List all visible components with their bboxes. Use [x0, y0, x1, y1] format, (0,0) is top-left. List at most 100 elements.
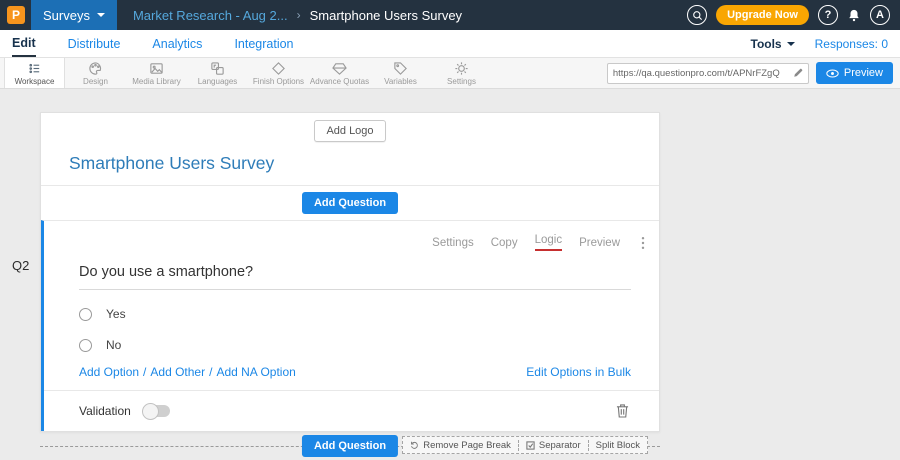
answer-option-label[interactable]: No — [106, 338, 121, 352]
questionpro-app: P Surveys Market Research - Aug 2... › S… — [0, 0, 900, 460]
breadcrumb: Market Research - Aug 2... › Smartphone … — [133, 8, 462, 23]
nav-bar: Edit Distribute Analytics Integration To… — [0, 30, 900, 58]
toolbar-item-label: Design — [83, 77, 108, 86]
question-settings-link[interactable]: Settings — [432, 237, 474, 249]
tab-integration[interactable]: Integration — [234, 30, 293, 57]
question-logic-link[interactable]: Logic — [535, 234, 563, 251]
tab-edit[interactable]: Edit — [12, 30, 36, 57]
breadcrumb-parent[interactable]: Market Research - Aug 2... — [133, 8, 288, 23]
caret-down-icon — [787, 42, 795, 46]
question-actions: Settings Copy Logic Preview — [44, 221, 659, 251]
divider — [41, 185, 659, 186]
toolbar-item-finish-options[interactable]: Finish Options — [248, 58, 309, 88]
add-logo-row: Add Logo — [41, 113, 659, 142]
edit-pencil-icon[interactable] — [793, 68, 803, 78]
chip-label: Split Block — [596, 440, 640, 451]
help-button[interactable]: ? — [818, 5, 838, 25]
survey-url-box — [607, 63, 809, 84]
bell-icon — [847, 8, 861, 23]
toolbar-item-label: Variables — [384, 77, 417, 86]
toolbar-item-label: Advance Quotas — [310, 77, 369, 86]
media-library-icon — [149, 61, 164, 76]
toolbar-item-label: Workspace — [15, 77, 55, 86]
radio-button[interactable] — [79, 339, 92, 352]
responses-count[interactable]: Responses: 0 — [815, 37, 888, 51]
toolbar-item-label: Finish Options — [253, 77, 304, 86]
survey-url-input[interactable] — [613, 68, 793, 79]
add-question-button[interactable]: Add Question — [302, 192, 398, 214]
toolbar-item-variables[interactable]: Variables — [370, 58, 431, 88]
validation-toggle[interactable] — [143, 405, 170, 417]
answer-option-row: Yes — [79, 307, 659, 321]
toolbar-item-workspace[interactable]: Workspace — [4, 58, 65, 88]
chip-label: Remove Page Break — [423, 440, 511, 451]
delete-question-button[interactable] — [616, 403, 629, 418]
chip-label: Separator — [539, 440, 581, 451]
settings-icon — [454, 61, 469, 76]
topbar-actions: Upgrade Now ? A — [687, 5, 900, 25]
question-more-menu[interactable] — [641, 236, 645, 250]
split-block-button[interactable]: Split Block — [588, 440, 647, 451]
separator-checkbox-icon — [526, 441, 535, 450]
search-button[interactable] — [687, 5, 707, 25]
add-question-row: Add Question — [41, 192, 659, 214]
answer-option-label[interactable]: Yes — [106, 307, 126, 321]
languages-icon — [210, 61, 225, 76]
tools-label: Tools — [751, 37, 782, 51]
add-other-link[interactable]: Add Other — [150, 365, 205, 379]
tab-distribute[interactable]: Distribute — [68, 30, 121, 57]
toolbar-item-label: Settings — [447, 77, 476, 86]
question-text-field[interactable]: Do you use a smartphone? — [79, 264, 631, 290]
caret-down-icon — [97, 13, 105, 17]
editor-toolbar: Workspace Design Media Library Languag — [0, 58, 900, 89]
page-tools-group: Remove Page Break Separator Split Block — [402, 436, 648, 454]
remove-page-break-icon — [410, 441, 419, 450]
help-icon: ? — [825, 9, 832, 21]
notifications-button[interactable] — [847, 8, 861, 23]
question-number: Q2 — [12, 258, 29, 273]
tools-menu[interactable]: Tools — [751, 37, 795, 51]
survey-editor-main: Q2 Add Logo Smartphone Users Survey Add … — [0, 89, 900, 460]
breadcrumb-separator-icon: › — [297, 8, 301, 22]
link-separator: / — [209, 365, 212, 379]
edit-options-bulk-link[interactable]: Edit Options in Bulk — [526, 365, 631, 379]
add-na-option-link[interactable]: Add NA Option — [216, 365, 295, 379]
question-copy-link[interactable]: Copy — [491, 237, 518, 249]
questionpro-logo[interactable]: P — [7, 6, 25, 24]
eye-icon — [826, 69, 839, 78]
toolbar-right: Preview — [607, 58, 900, 88]
remove-page-break-button[interactable]: Remove Page Break — [403, 440, 518, 451]
add-logo-button[interactable]: Add Logo — [314, 120, 385, 142]
question-preview-link[interactable]: Preview — [579, 237, 620, 249]
tab-analytics[interactable]: Analytics — [152, 30, 202, 57]
upgrade-now-button[interactable]: Upgrade Now — [716, 5, 809, 25]
advance-quotas-icon — [332, 61, 347, 76]
preview-button[interactable]: Preview — [816, 62, 893, 84]
toolbar-item-settings[interactable]: Settings — [431, 58, 492, 88]
trash-icon — [616, 403, 629, 418]
survey-title[interactable]: Smartphone Users Survey — [69, 153, 659, 174]
answer-option-row: No — [79, 338, 659, 352]
finish-options-icon — [271, 61, 286, 76]
validation-label: Validation — [79, 404, 131, 418]
top-bar: P Surveys Market Research - Aug 2... › S… — [0, 0, 900, 30]
add-option-link[interactable]: Add Option — [79, 365, 139, 379]
design-icon — [88, 61, 103, 76]
nav-tabs: Edit Distribute Analytics Integration — [12, 30, 294, 57]
option-links-row: Add Option / Add Other / Add NA Option E… — [79, 365, 631, 379]
toolbar-item-advance-quotas[interactable]: Advance Quotas — [309, 58, 370, 88]
radio-button[interactable] — [79, 308, 92, 321]
link-separator: / — [143, 365, 146, 379]
surveys-menu-button[interactable]: Surveys — [31, 0, 117, 30]
toolbar-item-languages[interactable]: Languages — [187, 58, 248, 88]
surveys-menu-label: Surveys — [43, 8, 90, 23]
survey-card: Add Logo Smartphone Users Survey Add Que… — [40, 112, 660, 432]
toolbar-item-media-library[interactable]: Media Library — [126, 58, 187, 88]
separator-button[interactable]: Separator — [518, 440, 588, 451]
variables-icon — [393, 61, 408, 76]
kebab-menu-icon — [641, 236, 645, 250]
page-footer-row: Add Question Remove Page Break Separator… — [40, 436, 660, 456]
user-avatar[interactable]: A — [870, 5, 890, 25]
add-question-button-footer[interactable]: Add Question — [302, 435, 398, 457]
toolbar-item-design[interactable]: Design — [65, 58, 126, 88]
